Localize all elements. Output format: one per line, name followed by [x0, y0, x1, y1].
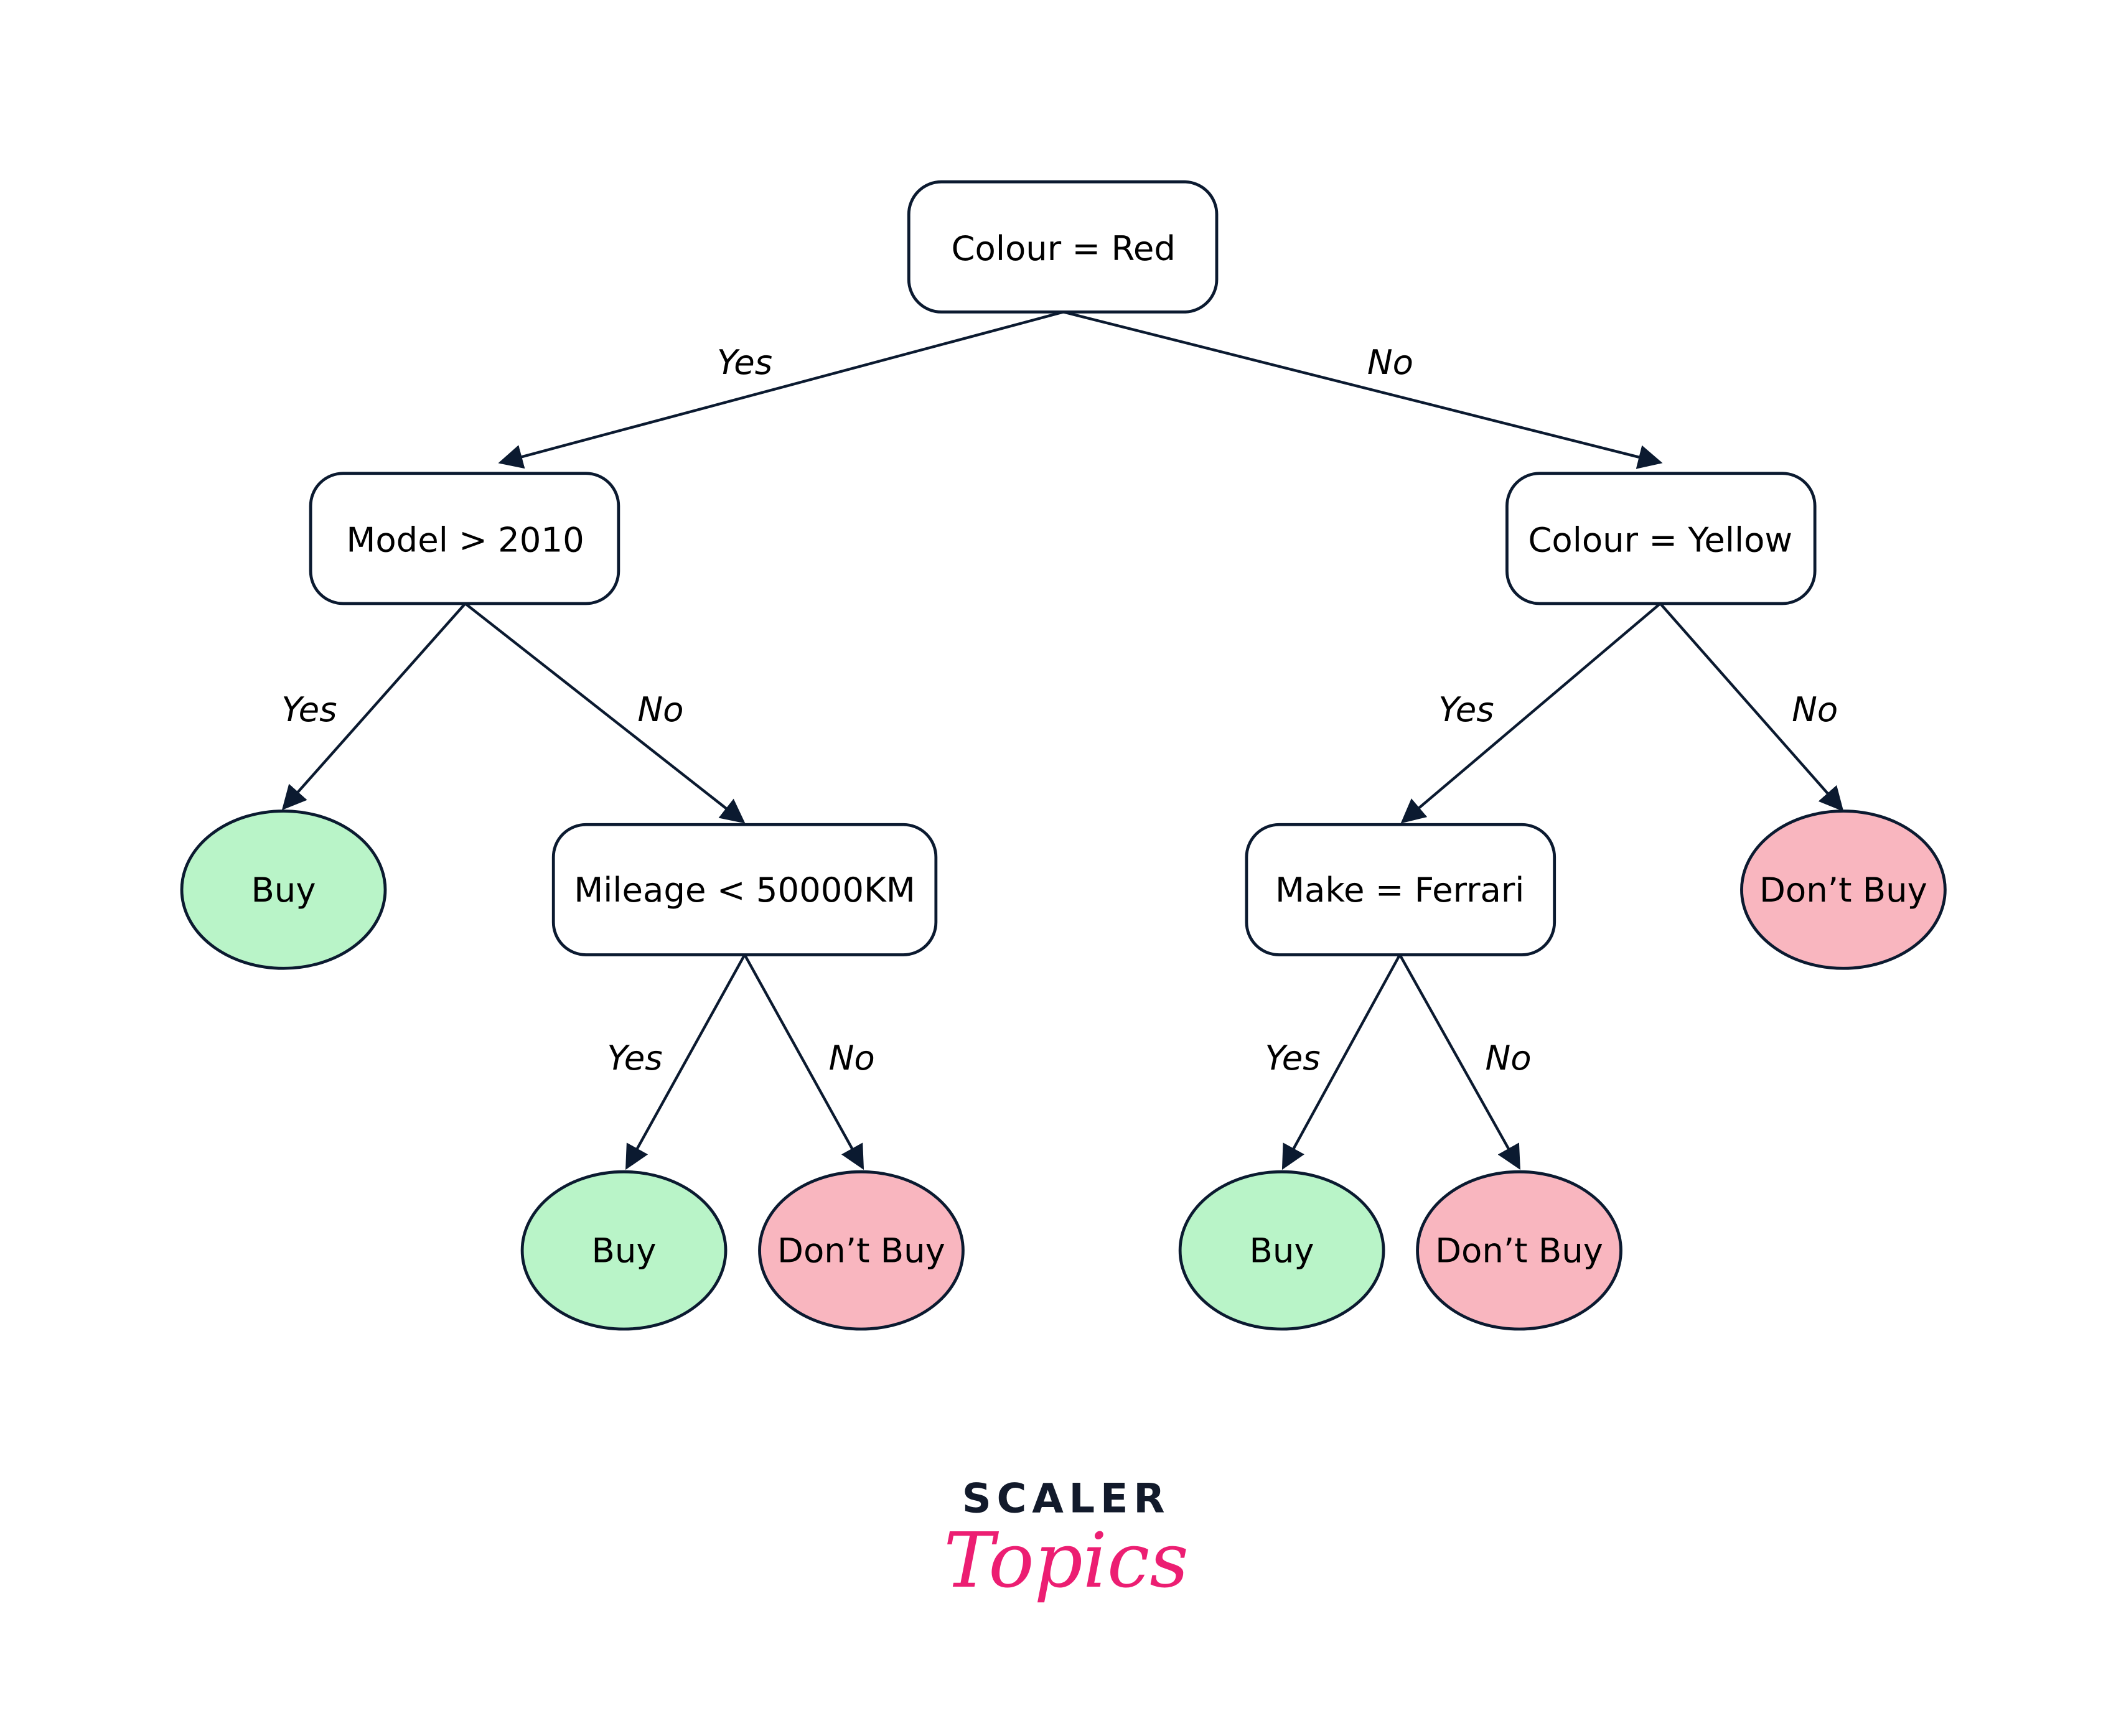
- leaf-label: Don’t Buy: [1759, 870, 1927, 910]
- leaf-node-buy: Buy: [1178, 1170, 1385, 1331]
- edge-root-no: [1063, 310, 1663, 469]
- decision-node-mileage: Mileage < 50000KM: [551, 823, 938, 956]
- edge-label-model-yes: Yes: [281, 689, 337, 729]
- edge-label-yellow-yes: Yes: [1438, 689, 1494, 729]
- leaf-label: Buy: [592, 1231, 657, 1271]
- node-label-make: Make = Ferrari: [1275, 870, 1524, 910]
- decision-node-make: Make = Ferrari: [1245, 823, 1557, 956]
- logo-topics-text: Topics: [943, 1516, 1189, 1605]
- decision-tree-diagram: Yes No Yes No Yes No Yes No Yes No Colou…: [180, 180, 1947, 1605]
- leaf-node-dont-buy: Don’t Buy: [1416, 1170, 1622, 1331]
- leaf-node-dont-buy: Don’t Buy: [758, 1170, 965, 1331]
- edge-label-mileage-no: No: [829, 1038, 875, 1078]
- leaf-label: Buy: [251, 870, 316, 910]
- scaler-topics-logo: SCALER Topics: [943, 1475, 1189, 1605]
- decision-node-root: Colour = Red: [907, 180, 1219, 314]
- edge-label-model-no: No: [637, 689, 683, 729]
- leaf-label: Don’t Buy: [1435, 1231, 1603, 1271]
- logo-scaler-text: SCALER: [962, 1475, 1171, 1522]
- node-label-colour-yellow: Colour = Yellow: [1528, 520, 1792, 560]
- leaf-node-buy: Buy: [520, 1170, 728, 1331]
- edge-root-yes: [498, 310, 1064, 469]
- edge-label-make-yes: Yes: [1265, 1038, 1320, 1078]
- edge-labels: Yes No Yes No Yes No Yes No Yes No: [281, 342, 1838, 1078]
- edge-label-mileage-yes: Yes: [607, 1038, 662, 1078]
- decision-node-colour-yellow: Colour = Yellow: [1505, 472, 1817, 605]
- edges: [281, 310, 1844, 1170]
- decision-node-model: Model > 2010: [309, 472, 620, 605]
- leaf-label: Don’t Buy: [777, 1231, 945, 1271]
- leaf-label: Buy: [1250, 1231, 1314, 1271]
- leaf-node-dont-buy: Don’t Buy: [1740, 810, 1947, 970]
- leaf-node-buy: Buy: [180, 810, 387, 970]
- edge-label-root-yes: Yes: [717, 342, 772, 382]
- edge-model-no: [464, 602, 746, 824]
- edge-label-yellow-no: No: [1792, 689, 1838, 729]
- edge-label-root-no: No: [1367, 342, 1413, 382]
- edge-label-make-no: No: [1486, 1038, 1532, 1078]
- node-label-model: Model > 2010: [346, 520, 584, 560]
- node-label-root: Colour = Red: [951, 228, 1175, 268]
- node-label-mileage: Mileage < 50000KM: [574, 870, 915, 910]
